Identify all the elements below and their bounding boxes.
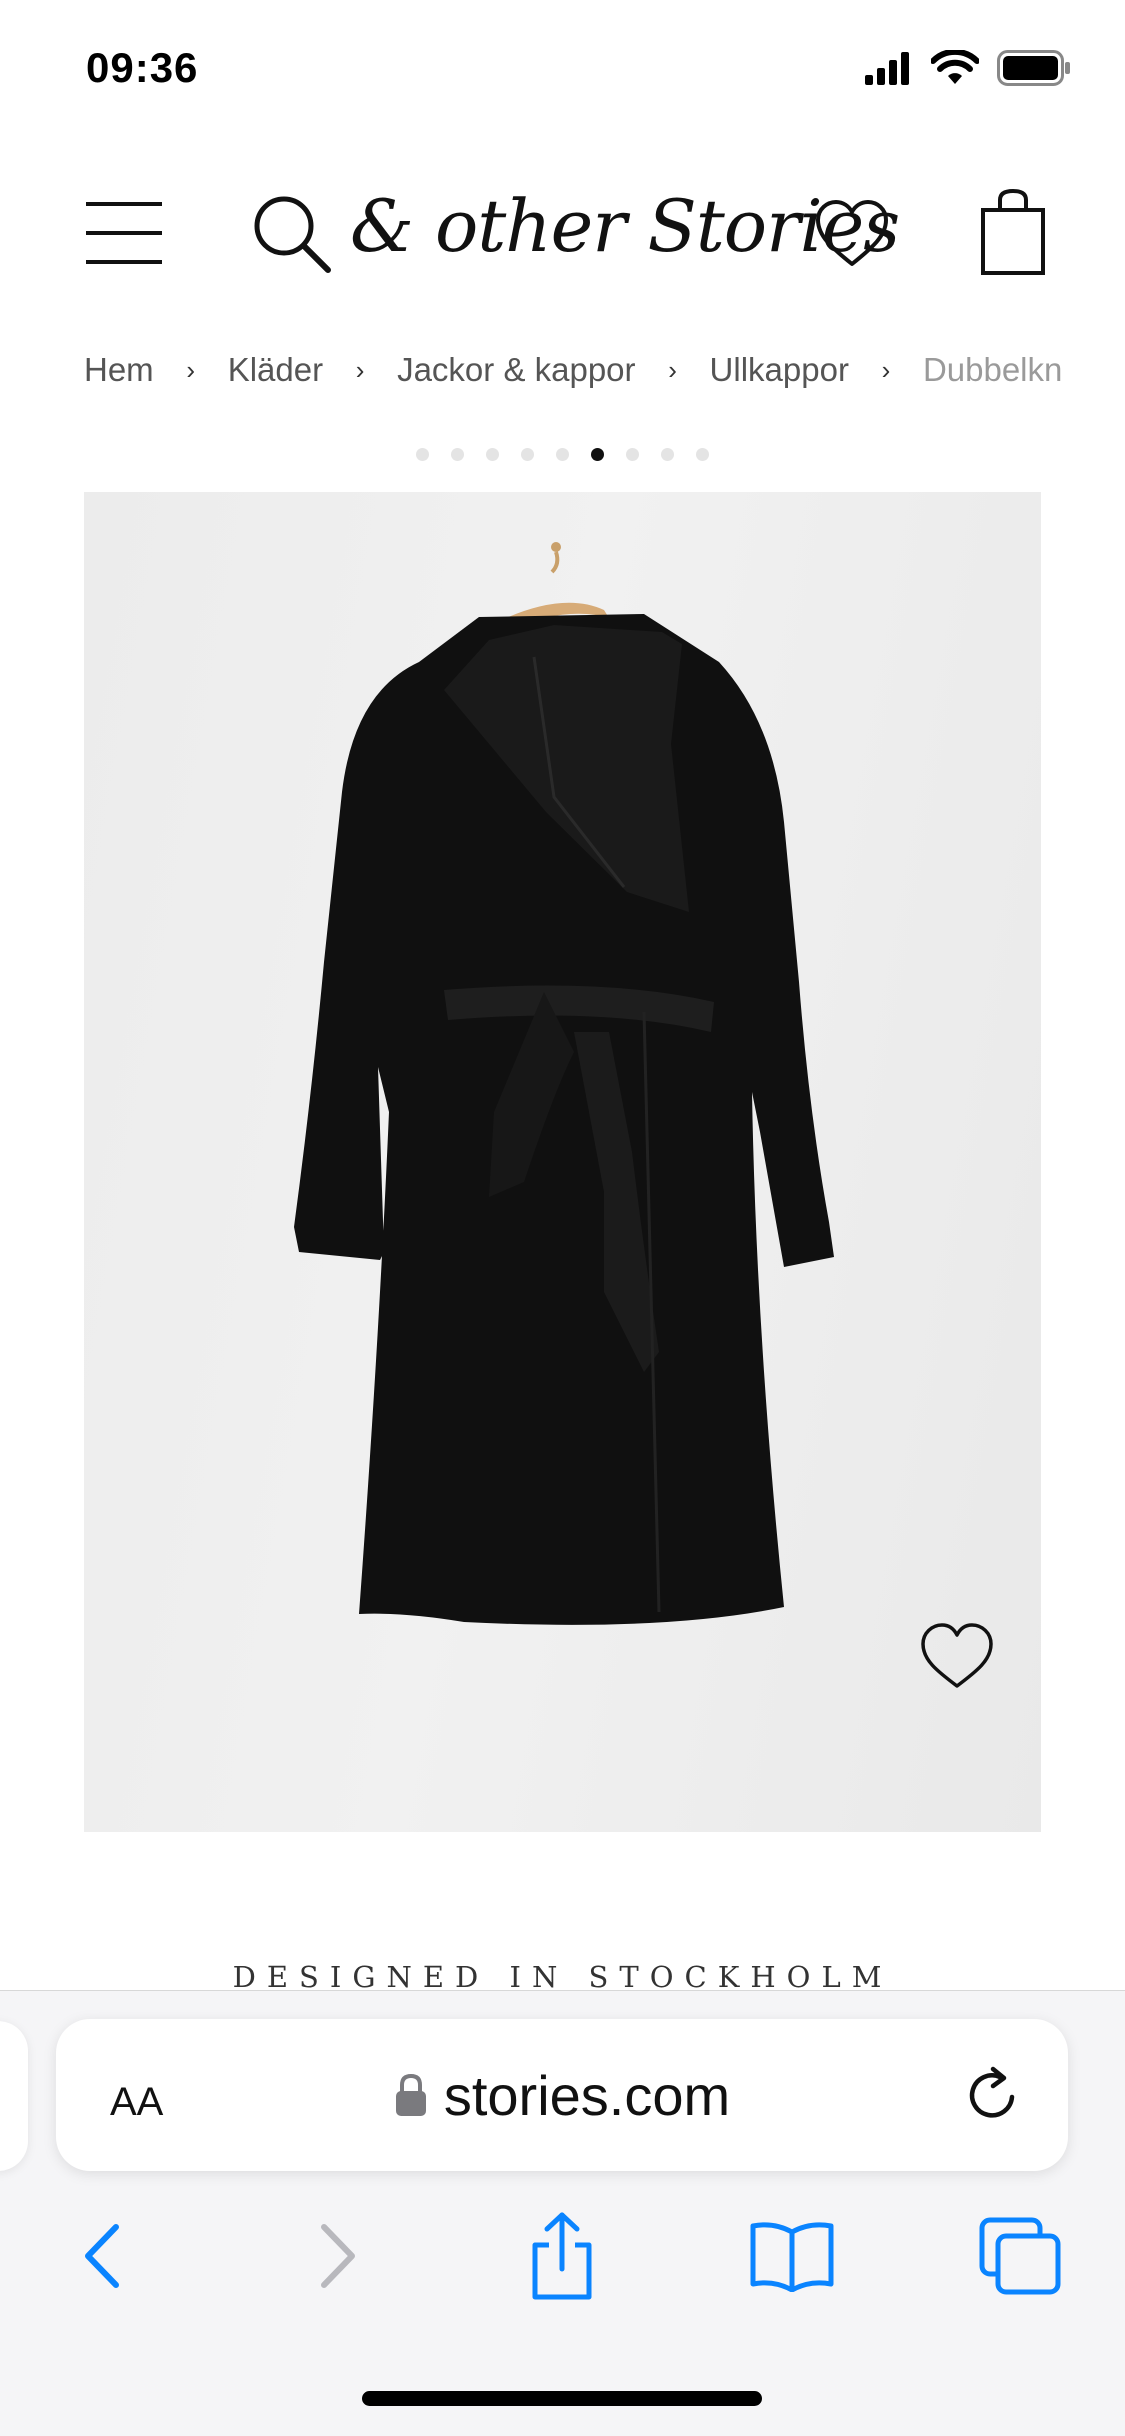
back-button[interactable]: [52, 2206, 152, 2306]
shopping-bag-icon[interactable]: [980, 188, 1046, 276]
add-to-wishlist-heart-icon[interactable]: [919, 1620, 995, 1690]
carousel-dot-active[interactable]: [591, 448, 604, 461]
wifi-icon: [931, 50, 979, 84]
heart-icon[interactable]: [812, 194, 892, 274]
status-time: 09:36: [86, 44, 199, 91]
tabs-icon: [979, 2217, 1061, 2295]
carousel-dot[interactable]: [416, 448, 429, 461]
tabs-button[interactable]: [970, 2206, 1070, 2306]
lock-icon: [395, 2073, 426, 2116]
forward-button[interactable]: [288, 2206, 388, 2306]
carousel-dots: [0, 448, 1125, 461]
share-icon: [532, 2212, 592, 2300]
forward-icon: [321, 2224, 355, 2288]
breadcrumb-separator: ›: [881, 354, 891, 385]
carousel-dot[interactable]: [696, 448, 709, 461]
breadcrumb-current: Dubbelkn: [922, 351, 1063, 388]
home-indicator: [362, 2391, 762, 2406]
browser-toolbar: [0, 2206, 1125, 2316]
browser-toolbar-area: AA stories.com: [0, 1990, 1125, 2436]
status-icons: [863, 50, 1071, 86]
url-display[interactable]: stories.com: [56, 2019, 1068, 2171]
site-header: & other Stories: [0, 170, 1125, 300]
breadcrumb-home[interactable]: Hem: [84, 351, 154, 389]
address-bar[interactable]: AA stories.com: [56, 2019, 1068, 2171]
search-icon[interactable]: [250, 192, 332, 274]
previous-tab-peek[interactable]: [0, 2021, 28, 2171]
product-image[interactable]: [84, 492, 1041, 1832]
breadcrumb-jackets-coats[interactable]: Jackor & kappor: [397, 351, 635, 389]
breadcrumb-separator: ›: [668, 354, 677, 385]
coat-illustration: [294, 542, 834, 1625]
breadcrumb: Hem › Kläder › Jackor & kappor › Ullkapp…: [84, 345, 1125, 395]
breadcrumb-separator: ›: [186, 354, 196, 385]
carousel-dot[interactable]: [451, 448, 464, 461]
back-icon: [85, 2224, 119, 2288]
designed-in-tagline: DESIGNED IN STOCKHOLM: [232, 1960, 893, 1994]
reload-icon[interactable]: [960, 2063, 1024, 2127]
status-bar: 09:36: [0, 0, 1125, 140]
bookmarks-button[interactable]: [742, 2206, 842, 2306]
breadcrumb-wool-coats[interactable]: Ullkappor: [710, 351, 849, 389]
breadcrumb-clothing[interactable]: Kläder: [228, 351, 323, 389]
bookmarks-icon: [750, 2222, 834, 2292]
cellular-signal-icon: [865, 52, 909, 85]
breadcrumb-separator: ›: [355, 354, 365, 385]
carousel-dot[interactable]: [521, 448, 534, 461]
carousel-dot[interactable]: [556, 448, 569, 461]
menu-icon[interactable]: [84, 198, 164, 268]
battery-icon: [997, 50, 1070, 86]
url-text: stories.com: [443, 2063, 731, 2127]
carousel-dot[interactable]: [626, 448, 639, 461]
share-button[interactable]: [512, 2206, 612, 2306]
carousel-dot[interactable]: [486, 448, 499, 461]
carousel-dot[interactable]: [661, 448, 674, 461]
